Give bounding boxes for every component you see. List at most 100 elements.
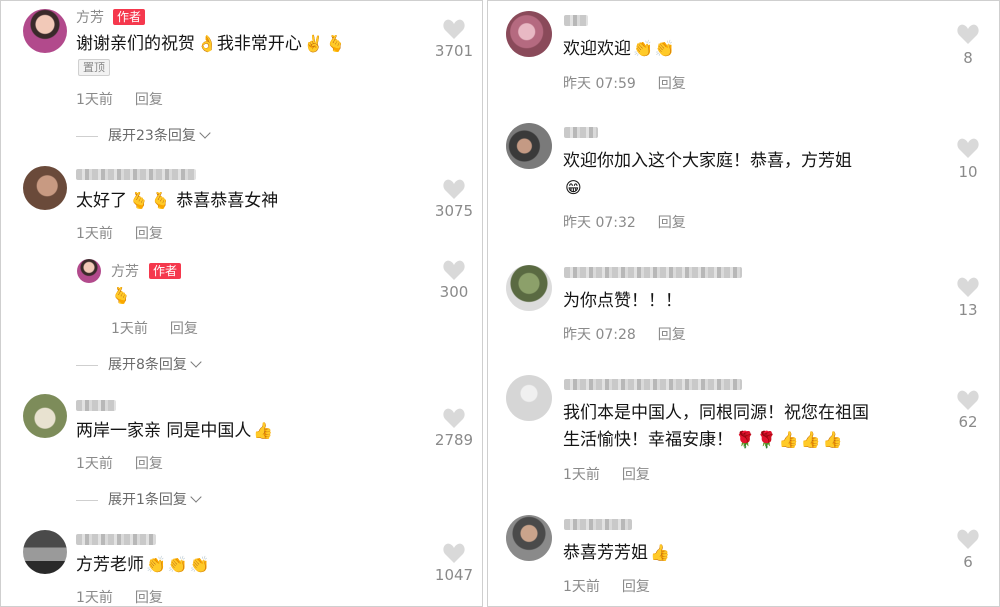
like-count: 2789 (434, 431, 474, 449)
heart-icon[interactable] (956, 276, 980, 298)
expand-replies-label: 展开1条回复 (108, 492, 187, 508)
username-blurred[interactable] (564, 15, 588, 26)
comment-text: 我们本是中国人，同根同源！祝您在祖国 (563, 400, 869, 426)
like-count: 6 (963, 553, 973, 571)
expand-replies-button[interactable]: 展开1条回复 (76, 489, 202, 509)
comment-item: 欢迎欢迎 👏 👏 昨天 07:59 回复 8 (488, 1, 999, 111)
reply-button[interactable]: 回复 (658, 215, 686, 231)
expand-replies-button[interactable]: 展开23条回复 (76, 125, 211, 145)
timestamp: 1天前 (76, 590, 113, 606)
comment-item: 两岸一家亲 同是中国人 👍 1天前 回复 2789 展开1条回复 (1, 391, 482, 511)
heart-icon[interactable] (442, 18, 466, 40)
timestamp: 1天前 (563, 467, 600, 483)
comment-text-part: 恭喜芳芳姐 (563, 543, 648, 563)
reply-button[interactable]: 回复 (135, 456, 163, 472)
avatar[interactable] (23, 166, 67, 210)
avatar[interactable] (77, 259, 101, 283)
avatar[interactable] (506, 265, 552, 311)
comment-text-part: 两岸一家亲 同是中国人 (76, 421, 252, 441)
comment-item: 太好了 🫰 🫰 恭喜恭喜女神 1天前 回复 3075 (1, 161, 482, 251)
timestamp: 1天前 (76, 226, 113, 242)
avatar[interactable] (506, 123, 552, 169)
comment-item: 方芳 作者 谢谢亲们的祝贺 👌我非常开心 ✌️ 🫰 置顶 1天前 回复 3701 展开2… (1, 1, 482, 151)
heart-icon[interactable] (442, 259, 466, 281)
rose-emoji: 🌹 (756, 430, 777, 449)
username-blurred[interactable] (76, 169, 196, 180)
avatar[interactable] (506, 515, 552, 561)
username-blurred[interactable] (564, 267, 742, 278)
like-count: 3701 (434, 42, 474, 60)
timestamp: 1天前 (563, 579, 600, 595)
username-blurred[interactable] (76, 400, 116, 411)
username[interactable]: 方芳 (76, 7, 104, 27)
comment-text: 两岸一家亲 同是中国人 👍 (76, 418, 273, 444)
comment-text-part: 欢迎你加入这个大家庭！恭喜，方芳姐 (563, 151, 852, 171)
comment-text-part: 我非常开心 (216, 34, 302, 54)
finger-heart-emoji: 🫰 (129, 191, 149, 210)
comment-meta: 1天前 回复 (76, 453, 163, 473)
chevron-down-icon (199, 127, 211, 139)
heart-icon[interactable] (956, 23, 980, 45)
reply-button[interactable]: 回复 (135, 226, 163, 242)
comment-text: 太好了 🫰 🫰 恭喜恭喜女神 (76, 188, 278, 214)
like-count: 1047 (434, 566, 474, 584)
comment-text-part: 恭喜恭喜女神 (176, 191, 279, 211)
expand-replies-button[interactable]: 展开8条回复 (76, 354, 202, 374)
like-count: 300 (439, 283, 469, 301)
avatar[interactable] (23, 394, 67, 438)
comment-text-part: 欢迎欢迎 (563, 39, 631, 59)
comment-meta: 1天前 回复 (111, 318, 198, 338)
timestamp: 1天前 (76, 456, 113, 472)
avatar[interactable] (506, 11, 552, 57)
timestamp: 昨天 07:28 (563, 327, 636, 343)
comment-meta: 昨天 07:59 回复 (563, 73, 686, 93)
username-blurred[interactable] (564, 519, 632, 530)
comment-text-part: 谢谢亲们的祝贺 (76, 34, 195, 54)
heart-icon[interactable] (956, 528, 980, 550)
heart-icon[interactable] (956, 389, 980, 411)
thumbs-up-emoji: 👍 (650, 543, 670, 562)
grinning-face-emoji: 😁 (565, 178, 582, 197)
rose-emoji: 🌹 (735, 430, 755, 449)
author-badge: 作者 (113, 9, 146, 25)
thumbs-up-emoji: 👍 (800, 430, 821, 449)
avatar[interactable] (23, 9, 67, 53)
comment-meta: 1天前 回复 (76, 223, 163, 243)
reply-button[interactable]: 回复 (135, 590, 163, 606)
reply-button[interactable]: 回复 (622, 579, 650, 595)
comment-meta: 1天前 回复 (563, 464, 650, 484)
avatar[interactable] (506, 375, 552, 421)
comment-text-part: 为你点赞！！！ (563, 291, 682, 311)
like-count: 62 (958, 413, 978, 431)
username-blurred[interactable] (564, 379, 742, 390)
reply-button[interactable]: 回复 (622, 467, 650, 483)
clapping-hands-emoji: 👏 (167, 555, 188, 574)
comment-meta: 1天前 回复 (563, 576, 650, 596)
heart-icon[interactable] (956, 137, 980, 159)
comment-text-line2: 😁 (563, 175, 582, 201)
clapping-hands-emoji: 👏 (189, 555, 210, 574)
avatar[interactable] (23, 530, 67, 574)
username-blurred[interactable] (564, 127, 598, 138)
heart-icon[interactable] (442, 178, 466, 200)
comment-item: 恭喜芳芳姐 👍 1天前 回复 6 (488, 511, 999, 606)
like-count: 8 (963, 49, 973, 67)
comment-text: 方芳老师 👏 👏 👏 (76, 552, 210, 578)
comment-text-part: 生活愉快！幸福安康！ (563, 430, 733, 450)
comment-text-line2: 生活愉快！幸福安康！ 🌹 🌹 👍 👍 👍 (563, 427, 843, 453)
thumbs-up-emoji: 👍 (778, 430, 799, 449)
comment-meta: 1天前 回复 (76, 587, 163, 606)
reply-button[interactable]: 回复 (658, 327, 686, 343)
pinned-badge: 置顶 (78, 59, 110, 76)
comment-text-part: 我们本是中国人，同根同源！祝您在祖国 (563, 403, 869, 423)
heart-icon[interactable] (442, 542, 466, 564)
username-blurred[interactable] (76, 534, 156, 545)
heart-icon[interactable] (442, 407, 466, 429)
username[interactable]: 方芳 (111, 261, 139, 281)
finger-heart-emoji: 🫰 (325, 34, 346, 53)
reply-button[interactable]: 回复 (658, 76, 686, 92)
reply-button[interactable]: 回复 (135, 92, 163, 108)
right-comment-panel: 欢迎欢迎 👏 👏 昨天 07:59 回复 8 欢迎你加入这个大家庭！恭喜，方芳姐 😁 … (487, 0, 1000, 607)
reply-button[interactable]: 回复 (170, 321, 198, 337)
finger-heart-emoji: 🫰 (111, 286, 131, 305)
